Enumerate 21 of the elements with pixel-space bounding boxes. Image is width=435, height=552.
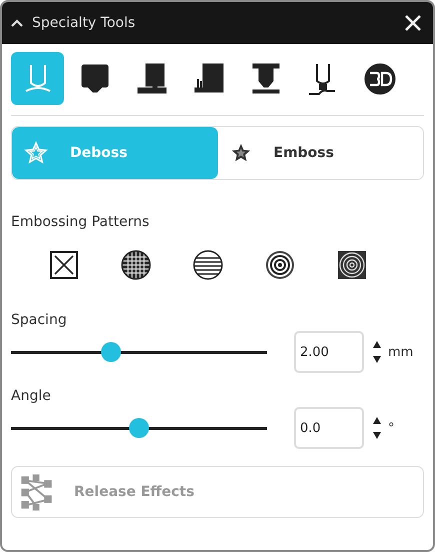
number-field[interactable]: 2.00 bbox=[294, 331, 364, 373]
collapse-icon[interactable] bbox=[10, 18, 24, 28]
spinner-icon[interactable] bbox=[372, 339, 382, 365]
square-rings-pattern-icon bbox=[336, 249, 368, 281]
unit-label: ° bbox=[388, 420, 394, 436]
star-icon bbox=[230, 142, 252, 164]
slider-thumb[interactable] bbox=[100, 342, 121, 362]
grid-pattern-icon bbox=[120, 249, 152, 281]
window-title: Specialty Tools bbox=[32, 15, 136, 31]
stripes-pattern-icon bbox=[192, 249, 224, 281]
setting-label: Angle bbox=[11, 388, 52, 404]
spinner-icon[interactable] bbox=[372, 415, 382, 441]
section-label: Embossing Patterns bbox=[11, 214, 150, 230]
slider-thumb[interactable] bbox=[129, 418, 149, 438]
unit-label: mm bbox=[388, 344, 414, 360]
star-outline-icon bbox=[24, 141, 48, 165]
number-field[interactable]: 0.0 bbox=[294, 407, 364, 449]
setting-label: Spacing bbox=[11, 312, 68, 328]
cross-pattern-icon bbox=[48, 249, 80, 281]
rings-pattern-icon bbox=[264, 249, 296, 281]
close-icon[interactable] bbox=[403, 13, 423, 33]
